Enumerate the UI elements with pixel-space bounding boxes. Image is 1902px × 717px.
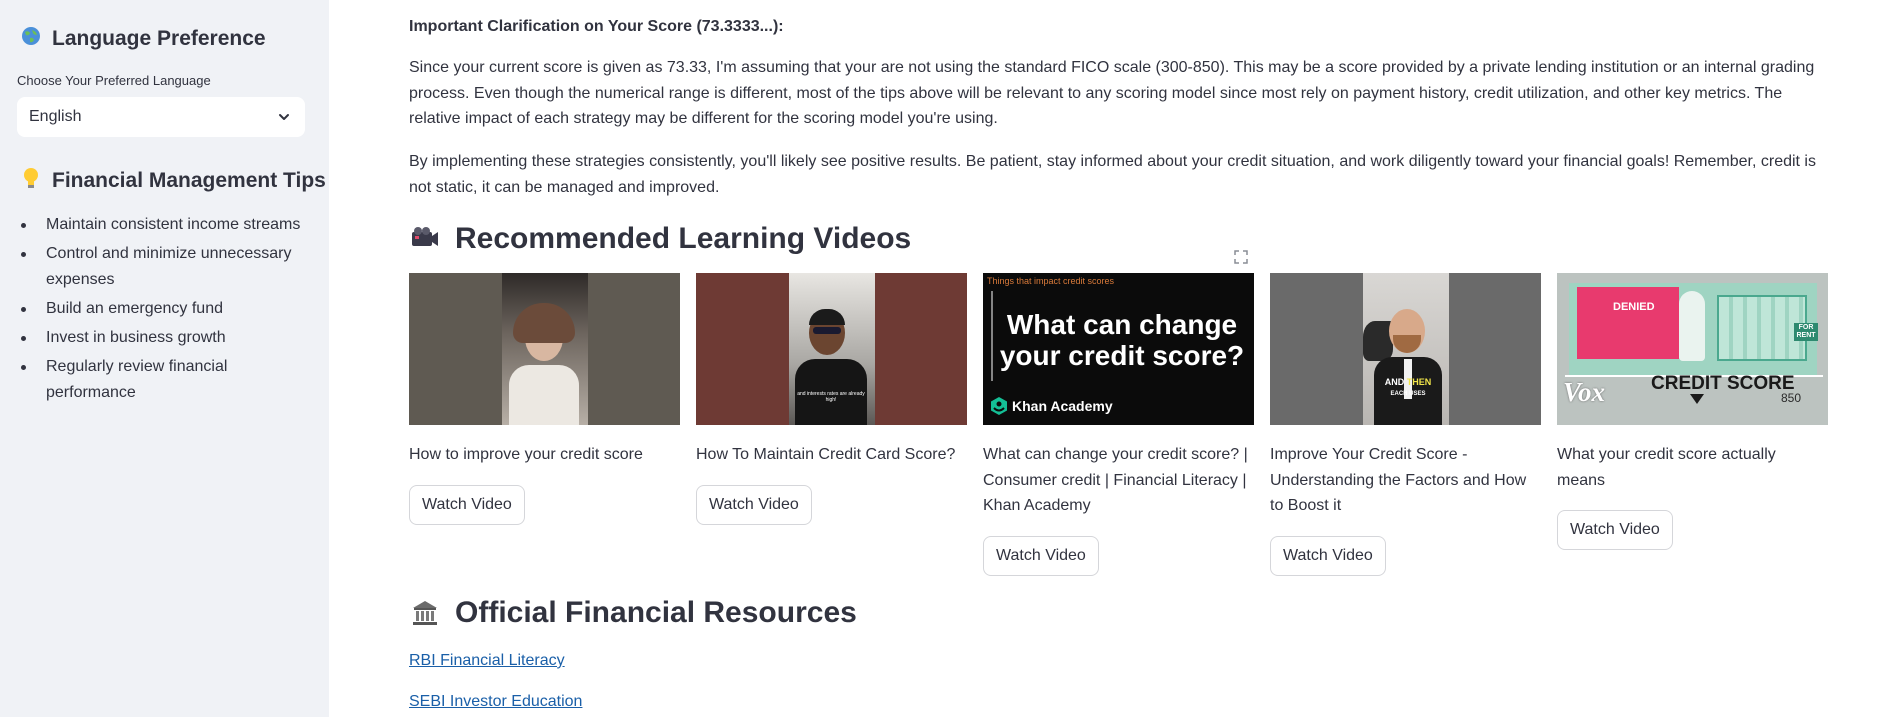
rbi-financial-literacy-link[interactable]: RBI Financial Literacy bbox=[409, 652, 565, 670]
globe-icon bbox=[20, 26, 42, 52]
video-card: and interests rates are already high! Ho… bbox=[696, 273, 967, 576]
language-preference-title: Language Preference bbox=[52, 27, 266, 50]
sebi-investor-education-link[interactable]: SEBI Investor Education bbox=[409, 693, 582, 711]
sidebar: Language Preference Choose Your Preferre… bbox=[0, 0, 329, 717]
resources-section-header: Official Financial Resources bbox=[409, 596, 857, 630]
video-caption-a: AND bbox=[1384, 377, 1405, 387]
tip-item: Maintain consistent income streams bbox=[20, 212, 310, 238]
video-thumbnail[interactable] bbox=[409, 273, 680, 425]
video-thumbnail[interactable]: and interests rates are already high! bbox=[696, 273, 967, 425]
encouragement-paragraph: By implementing these strategies consist… bbox=[409, 153, 1816, 196]
watch-video-button[interactable]: Watch Video bbox=[983, 535, 1099, 576]
video-number: 850 bbox=[1781, 391, 1802, 405]
financial-tips-header: Financial Management Tips bbox=[20, 167, 326, 195]
video-title: How To Maintain Credit Card Score? bbox=[696, 446, 956, 463]
video-card: Things that impact credit scores What ca… bbox=[983, 273, 1254, 576]
tips-list: Maintain consistent income streams Contr… bbox=[20, 212, 310, 409]
watch-video-button[interactable]: Watch Video bbox=[1270, 535, 1386, 576]
video-overlay-small: Things that impact credit scores bbox=[987, 276, 1115, 286]
video-title: What can change your credit score? | Con… bbox=[983, 446, 1248, 514]
video-thumbnail[interactable]: AND THEN EACH USES bbox=[1270, 273, 1541, 425]
video-title: What your credit score actually means bbox=[1557, 446, 1776, 489]
tip-item: Control and minimize unnecessary expense… bbox=[20, 241, 310, 293]
watch-video-button[interactable]: Watch Video bbox=[1557, 510, 1673, 550]
tip-item: Build an emergency fund bbox=[20, 296, 310, 322]
financial-tips-title: Financial Management Tips bbox=[52, 169, 326, 192]
video-caption: and interests rates are already high! bbox=[797, 391, 865, 403]
video-card: AND THEN EACH USES Improve Your Credit S… bbox=[1270, 273, 1541, 576]
video-caption-b: THEN bbox=[1406, 377, 1432, 387]
fullscreen-icon[interactable] bbox=[1233, 249, 1249, 265]
khan-academy-logo: Khan Academy bbox=[991, 397, 1113, 415]
video-title: How to improve your credit score bbox=[409, 446, 643, 463]
bank-building-icon bbox=[409, 597, 441, 629]
resources-section-title: Official Financial Resources bbox=[455, 596, 857, 629]
language-select-value: English bbox=[29, 108, 82, 125]
clarification-title: Important Clarification on Your Score (7… bbox=[409, 18, 784, 35]
video-card: DENIED FOR RENT CREDIT SCORE 850 Vox Wha… bbox=[1557, 273, 1828, 576]
video-banner: CREDIT SCORE bbox=[1651, 373, 1795, 394]
video-caption-c: EACH USES bbox=[1390, 391, 1426, 397]
video-title: Improve Your Credit Score - Understandin… bbox=[1270, 446, 1527, 514]
watch-video-button[interactable]: Watch Video bbox=[696, 484, 812, 525]
video-thumbnail[interactable]: DENIED FOR RENT CREDIT SCORE 850 Vox bbox=[1557, 273, 1828, 425]
video-sign: FOR RENT bbox=[1794, 323, 1818, 341]
video-overlay-title: What can change your credit score? bbox=[999, 309, 1245, 371]
tip-item: Invest in business growth bbox=[20, 325, 310, 351]
film-projector-icon bbox=[409, 223, 441, 255]
language-select-label: Choose Your Preferred Language bbox=[17, 73, 211, 88]
lightbulb-icon bbox=[20, 167, 42, 195]
videos-section-header: Recommended Learning Videos bbox=[409, 222, 911, 256]
videos-section-title: Recommended Learning Videos bbox=[455, 222, 912, 255]
video-grid: How to improve your credit score Watch V… bbox=[409, 273, 1828, 576]
language-select[interactable]: English bbox=[17, 97, 305, 137]
vox-logo: Vox bbox=[1563, 377, 1606, 407]
video-thumbnail[interactable]: Things that impact credit scores What ca… bbox=[983, 273, 1254, 425]
video-stamp: DENIED bbox=[1613, 301, 1655, 313]
khan-academy-label: Khan Academy bbox=[1012, 398, 1113, 414]
tip-item: Regularly review financial performance bbox=[20, 354, 310, 406]
video-card: How to improve your credit score Watch V… bbox=[409, 273, 680, 576]
language-preference-header: Language Preference bbox=[20, 26, 266, 52]
clarification-paragraph: Since your current score is given as 73.… bbox=[409, 59, 1815, 127]
watch-video-button[interactable]: Watch Video bbox=[409, 484, 525, 525]
chevron-down-icon bbox=[279, 114, 289, 120]
down-arrow-icon bbox=[1690, 394, 1704, 404]
